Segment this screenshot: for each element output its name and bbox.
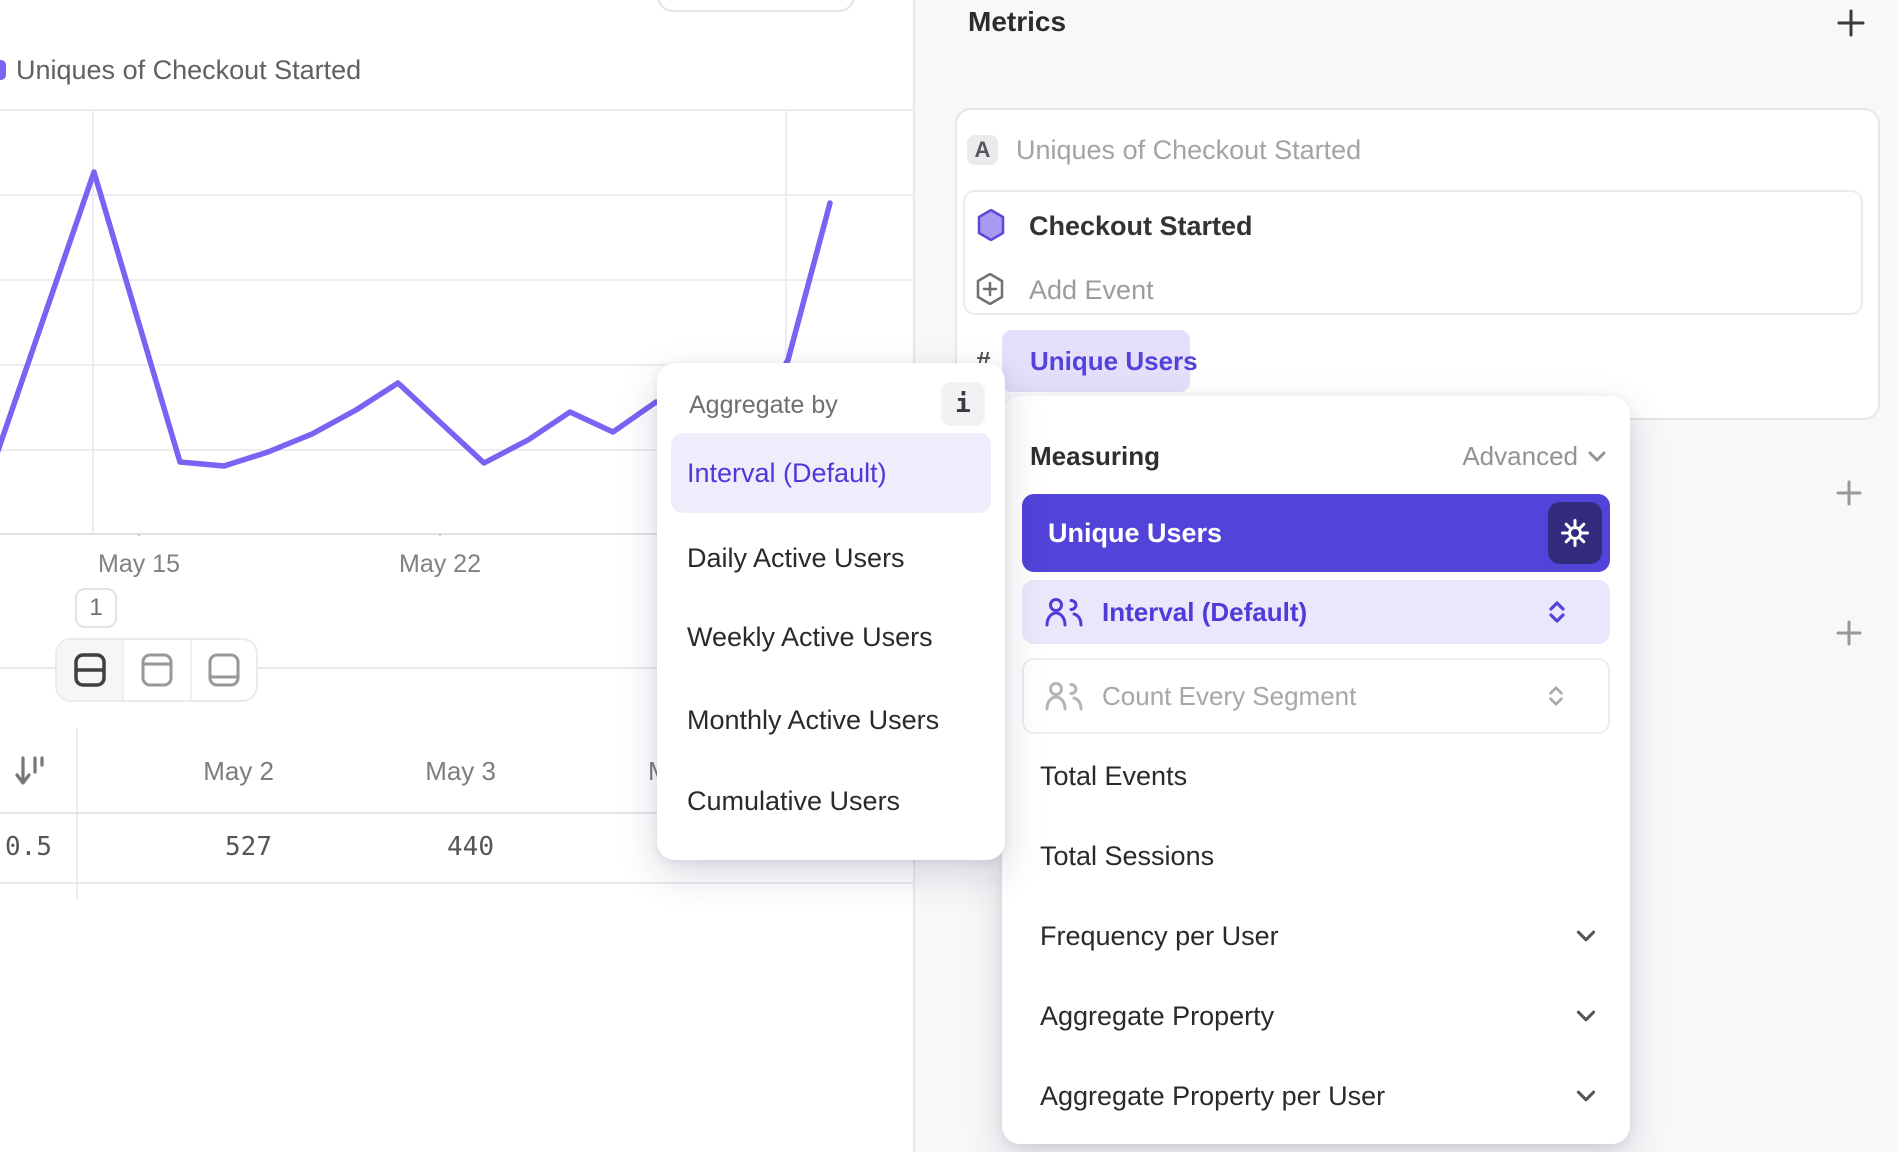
event-row[interactable] <box>977 209 1005 241</box>
table-cell: 0.5 <box>0 832 52 862</box>
aggregate-option-weekly-active-users[interactable]: Weekly Active Users <box>687 597 933 677</box>
aggregate-option-cumulative-users[interactable]: Cumulative Users <box>687 761 900 841</box>
metric-badge: A <box>967 135 998 165</box>
chevron-down-icon[interactable] <box>1576 1010 1596 1023</box>
interval-label: Interval (Default) <box>1102 597 1307 628</box>
layout-toggle-chart-only[interactable] <box>124 640 191 700</box>
plus-icon <box>1836 620 1862 646</box>
aggregate-by-popover: Aggregate by i Interval (Default) Daily … <box>657 363 1005 860</box>
add-breakdown-button[interactable] <box>1836 620 1862 646</box>
insights-report-screen: Uniques of Checkout Started May 15 May 2… <box>0 0 1898 1152</box>
measuring-interval-row[interactable]: Interval (Default) <box>1022 580 1610 644</box>
hexagon-plus-icon <box>975 273 1005 305</box>
add-event-label[interactable]: Add Event <box>1029 275 1154 306</box>
measure-type-pill[interactable]: Unique Users <box>1002 330 1190 392</box>
measuring-option-label: Unique Users <box>1048 494 1222 572</box>
aggregate-option-label: Interval (Default) <box>687 433 887 513</box>
event-hexagon-icon <box>977 209 1005 241</box>
measuring-popover: Measuring Advanced Unique Users <box>1002 396 1630 1144</box>
panel-top-icon <box>140 652 174 688</box>
layout-toggle-table-only[interactable] <box>192 640 256 700</box>
chevron-down-icon <box>1588 451 1606 463</box>
segment-label: Count Every Segment <box>1102 681 1356 712</box>
layout-toggle-split[interactable] <box>57 640 124 700</box>
panel-bottom-icon <box>207 652 241 688</box>
measuring-option-aggregate-property[interactable]: Aggregate Property <box>1040 976 1274 1056</box>
plus-icon <box>1836 8 1866 38</box>
layout-toggle-group <box>55 638 258 702</box>
aggregate-option-interval[interactable]: Interval (Default) <box>671 433 991 513</box>
advanced-label: Advanced <box>1462 441 1578 472</box>
table-header-cell[interactable]: May 3 <box>346 756 496 787</box>
sort-rows-icon <box>14 752 46 792</box>
split-horizontal-icon <box>73 652 107 688</box>
add-event-button[interactable] <box>975 273 1005 305</box>
x-tick-label: May 22 <box>380 550 500 579</box>
measure-type-label: Unique Users <box>1030 346 1198 377</box>
measuring-header: Measuring <box>1030 441 1160 472</box>
table-cell: 527 <box>122 832 272 862</box>
measuring-option-total-sessions[interactable]: Total Sessions <box>1040 816 1214 896</box>
table-row-border <box>0 882 913 884</box>
event-name[interactable]: Checkout Started <box>1029 211 1253 242</box>
add-filter-button[interactable] <box>1836 480 1862 506</box>
measuring-option-frequency-per-user[interactable]: Frequency per User <box>1040 896 1279 976</box>
table-cell: 440 <box>344 832 494 862</box>
aggregate-by-header: Aggregate by <box>689 391 838 420</box>
people-icon <box>1044 596 1084 628</box>
table-sort-button[interactable] <box>14 752 46 792</box>
metrics-panel-title: Metrics <box>968 6 1066 38</box>
advanced-toggle[interactable]: Advanced <box>1462 441 1606 472</box>
aggregate-option-daily-active-users[interactable]: Daily Active Users <box>687 518 905 598</box>
measuring-option-total-events[interactable]: Total Events <box>1040 736 1187 816</box>
aggregate-option-monthly-active-users[interactable]: Monthly Active Users <box>687 680 939 760</box>
people-icon <box>1044 680 1084 712</box>
measuring-segment-row[interactable]: Count Every Segment <box>1022 658 1610 734</box>
gear-icon <box>1560 518 1590 548</box>
pagination-button[interactable]: 1 <box>75 588 117 628</box>
table-column-divider <box>76 728 78 900</box>
measuring-option-unique-users[interactable]: Unique Users <box>1022 494 1610 572</box>
add-metric-button[interactable] <box>1836 8 1866 38</box>
plus-icon <box>1836 480 1862 506</box>
table-header-cell[interactable]: May 2 <box>124 756 274 787</box>
stepper-icon[interactable] <box>1546 600 1568 624</box>
metric-name[interactable]: Uniques of Checkout Started <box>1016 135 1361 166</box>
measure-settings-button[interactable] <box>1548 502 1602 564</box>
stepper-icon[interactable] <box>1546 685 1566 707</box>
info-button[interactable]: i <box>941 382 985 426</box>
measuring-option-aggregate-property-per-user[interactable]: Aggregate Property per User <box>1040 1056 1385 1136</box>
x-tick-label: May 15 <box>79 550 199 579</box>
chevron-down-icon[interactable] <box>1576 1090 1596 1103</box>
chevron-down-icon[interactable] <box>1576 930 1596 943</box>
